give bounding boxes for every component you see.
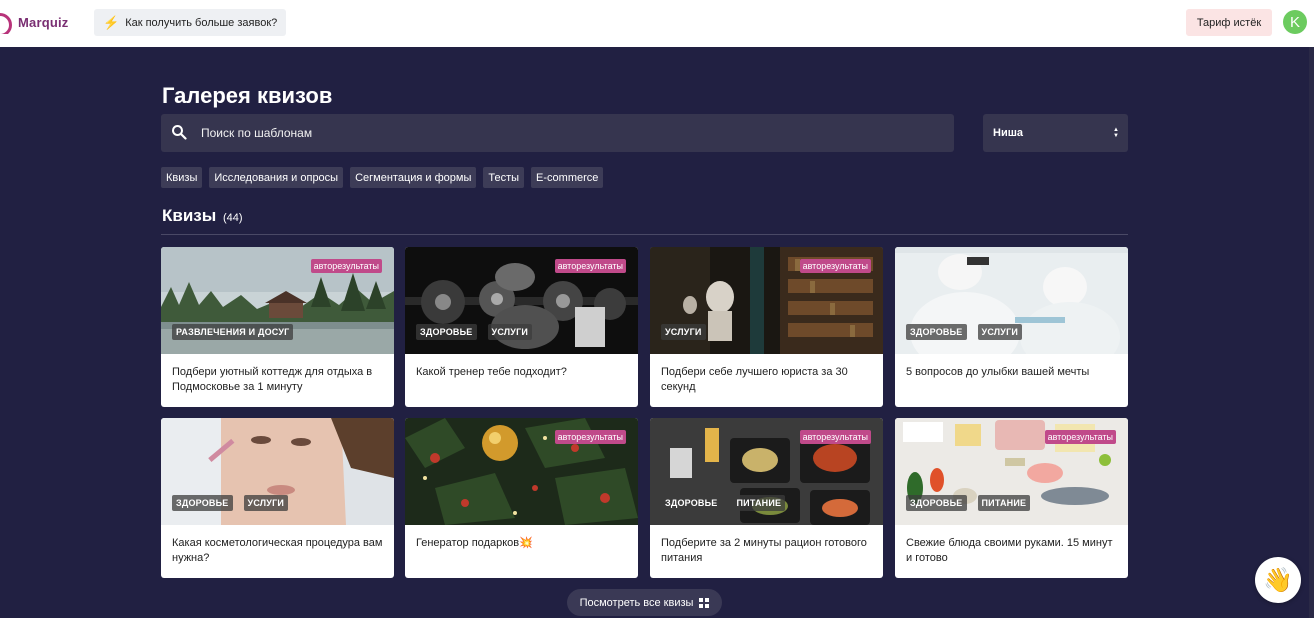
filter-chip-ecommerce[interactable]: E-commerce — [531, 167, 604, 188]
autoresults-badge: авторезультаты — [1044, 430, 1116, 444]
card-image: авторезультаты ЗДОРОВЬЕ ПИТАНИЕ — [895, 418, 1128, 525]
autoresults-badge: авторезультаты — [554, 430, 626, 444]
page-title: Галерея квизов — [162, 83, 333, 108]
card-tags: ЗДОРОВЬЕ УСЛУГИ — [416, 324, 533, 340]
filter-chip-segmentation[interactable]: Сегментация и формы — [350, 167, 477, 188]
get-more-leads-button[interactable]: ⚡ Как получить больше заявок? — [94, 9, 287, 36]
autoresults-badge: авторезультаты — [799, 430, 871, 444]
view-all-label: Посмотреть все квизы — [579, 596, 694, 609]
quiz-card[interactable]: авторезультаты ЗДОРОВЬЕ УСЛУГИ Какой тре… — [405, 247, 638, 407]
get-more-leads-label: Как получить больше заявок? — [125, 16, 278, 29]
card-title: Генератор подарков💥 — [416, 537, 533, 549]
card-title: Подбери уютный коттедж для отдыха в Подм… — [172, 366, 373, 393]
card-tag: ЗДОРОВЬЕ — [906, 495, 967, 511]
card-tag: РАЗВЛЕЧЕНИЯ И ДОСУГ — [172, 324, 294, 340]
card-image: авторезультаты ЗДОРОВЬЕ УСЛУГИ — [405, 247, 638, 354]
quiz-card[interactable]: ЗДОРОВЬЕ УСЛУГИ Какая косметологическая … — [161, 418, 394, 578]
page-scrollbar[interactable] — [1309, 47, 1314, 618]
top-bar: Marquiz ⚡ Как получить больше заявок? Та… — [0, 0, 1314, 47]
card-tags: ЗДОРОВЬЕ УСЛУГИ — [172, 495, 289, 511]
card-image: ЗДОРОВЬЕ УСЛУГИ — [161, 418, 394, 525]
search-icon — [172, 125, 187, 140]
quiz-card[interactable]: ЗДОРОВЬЕ УСЛУГИ 5 вопросов до улыбки ваш… — [895, 247, 1128, 407]
card-image: авторезультаты — [405, 418, 638, 525]
card-title: Подберите за 2 минуты рацион готового пи… — [661, 537, 867, 564]
logo-mark-icon — [0, 10, 12, 34]
card-image: авторезультаты ЗДОРОВЬЕ ПИТАНИЕ — [650, 418, 883, 525]
card-title: Какая косметологическая процедура вам ну… — [172, 537, 383, 564]
quiz-card[interactable]: авторезультаты ЗДОРОВЬЕ ПИТАНИЕ Подберит… — [650, 418, 883, 578]
card-title: Подбери себе лучшего юриста за 30 секунд — [661, 366, 848, 393]
logo-text: Marquiz — [18, 14, 69, 30]
card-tag: УСЛУГИ — [243, 495, 289, 511]
search-bar[interactable] — [161, 114, 954, 152]
card-tag: УСЛУГИ — [977, 324, 1023, 340]
card-title: 5 вопросов до улыбки вашей мечты — [906, 366, 1090, 378]
quiz-card[interactable]: авторезультаты УСЛУГИ Подбери себе лучше… — [650, 247, 883, 407]
card-tags: УСЛУГИ — [661, 324, 706, 340]
lightning-icon: ⚡ — [103, 14, 120, 30]
card-tags: ЗДОРОВЬЕ ПИТАНИЕ — [906, 495, 1031, 511]
filter-chip-surveys[interactable]: Исследования и опросы — [209, 167, 344, 188]
card-image: авторезультаты РАЗВЛЕЧЕНИЯ И ДОСУГ — [161, 247, 394, 354]
filter-chip-quizzes[interactable]: Квизы — [161, 167, 203, 188]
card-title: Какой тренер тебе подходит? — [416, 366, 567, 378]
waving-hand-icon: 👋 — [1263, 566, 1293, 594]
card-tags: ЗДОРОВЬЕ ПИТАНИЕ — [661, 495, 786, 511]
section-title: Квизы (44) — [162, 206, 243, 226]
card-tag: ЗДОРОВЬЕ — [661, 495, 722, 511]
autoresults-badge: авторезультаты — [799, 259, 871, 273]
grid-icon — [699, 597, 710, 608]
section-count: (44) — [222, 212, 243, 224]
tariff-expired-button[interactable]: Тариф истёк — [1186, 9, 1272, 36]
quiz-card[interactable]: авторезультаты ЗДОРОВЬЕ ПИТАНИЕ Свежие б… — [895, 418, 1128, 578]
section-divider — [161, 234, 1128, 235]
user-avatar[interactable]: K — [1283, 10, 1307, 34]
autoresults-badge: авторезультаты — [310, 259, 382, 273]
card-tag: УСЛУГИ — [661, 324, 706, 340]
card-image: авторезультаты УСЛУГИ — [650, 247, 883, 354]
card-tag: ЗДОРОВЬЕ — [416, 324, 477, 340]
section-title-label: Квизы — [162, 206, 217, 225]
select-arrows-icon: ▲ ▼ — [1113, 127, 1119, 139]
niche-select[interactable]: Ниша ▲ ▼ — [983, 114, 1128, 152]
niche-select-value: Ниша — [993, 127, 1023, 139]
card-tag: УСЛУГИ — [487, 324, 533, 340]
category-filters: Квизы Исследования и опросы Сегментация … — [161, 167, 604, 188]
card-tags: РАЗВЛЕЧЕНИЯ И ДОСУГ — [172, 324, 294, 340]
search-input[interactable] — [201, 114, 941, 152]
quiz-card[interactable]: авторезультаты Генератор подарков💥 — [405, 418, 638, 578]
marquiz-logo[interactable]: Marquiz — [0, 10, 69, 34]
card-title: Свежие блюда своими руками. 15 минут и г… — [906, 537, 1113, 564]
quiz-card[interactable]: авторезультаты РАЗВЛЕЧЕНИЯ И ДОСУГ Подбе… — [161, 247, 394, 407]
view-all-quizzes-button[interactable]: Посмотреть все квизы — [567, 589, 722, 616]
card-tag: ПИТАНИЕ — [977, 495, 1031, 511]
chat-widget-button[interactable]: 👋 — [1255, 557, 1301, 603]
card-tag: ЗДОРОВЬЕ — [172, 495, 233, 511]
card-tag: ЗДОРОВЬЕ — [906, 324, 967, 340]
autoresults-badge: авторезультаты — [554, 259, 626, 273]
card-image: ЗДОРОВЬЕ УСЛУГИ — [895, 247, 1128, 354]
card-tag: ПИТАНИЕ — [732, 495, 786, 511]
filter-chip-tests[interactable]: Тесты — [483, 167, 525, 188]
card-tags: ЗДОРОВЬЕ УСЛУГИ — [906, 324, 1023, 340]
